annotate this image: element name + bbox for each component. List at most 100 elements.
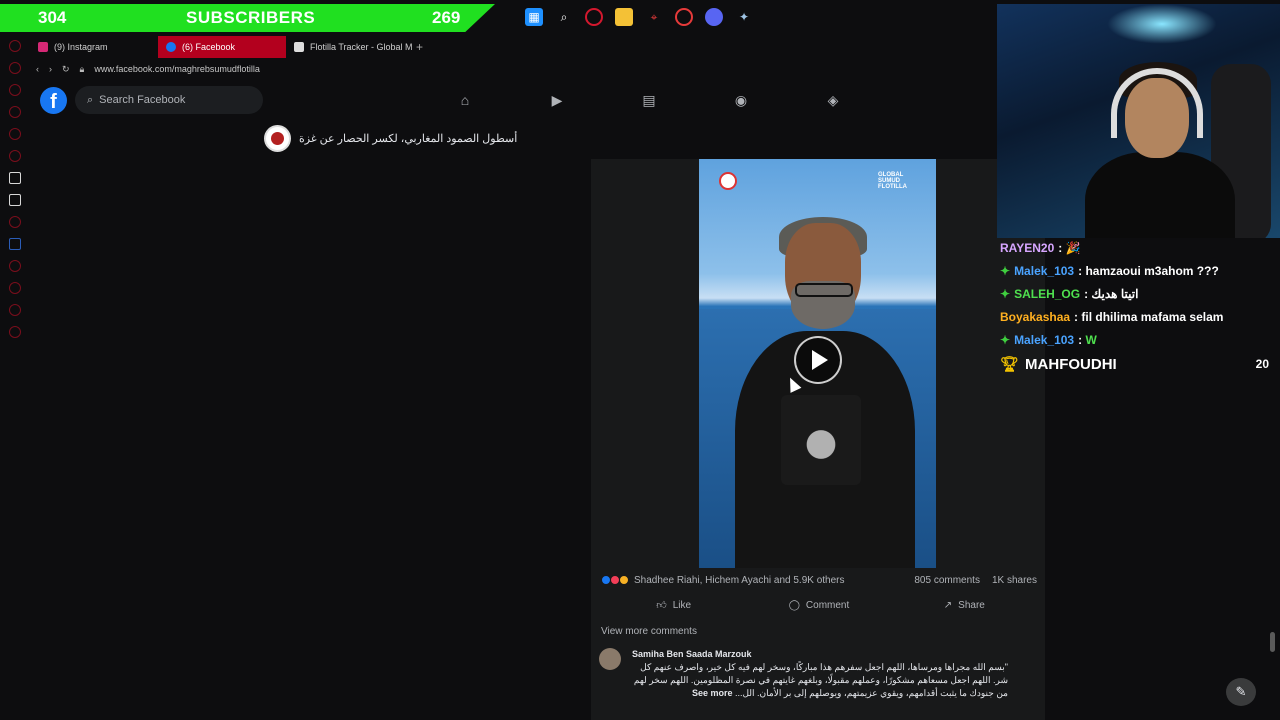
webcam-overlay xyxy=(997,4,1280,238)
forward-icon[interactable]: › xyxy=(49,64,52,74)
search-placeholder: Search Facebook xyxy=(99,94,186,106)
video-brand-logo: GLOBAL SUMUD FLOTILLA xyxy=(878,172,907,190)
chat-text: اتيتا هديك xyxy=(1091,286,1139,301)
share-button[interactable]: ↗ Share xyxy=(892,595,1037,615)
sidebar-app-icon[interactable] xyxy=(9,260,21,272)
flotilla-logo-icon xyxy=(719,172,737,190)
sidebar-app-icon[interactable] xyxy=(9,304,21,316)
discord-icon[interactable] xyxy=(705,8,723,26)
tab-label: (6) Facebook xyxy=(182,42,236,52)
search-icon: ⌕ xyxy=(87,93,94,106)
subscriber-badge-icon: ✦ xyxy=(1000,263,1011,278)
chat-sep: : xyxy=(1074,309,1082,324)
settings-icon[interactable] xyxy=(9,326,21,338)
history-icon[interactable] xyxy=(9,282,21,294)
comment-button[interactable]: ◯ Comment xyxy=(746,595,891,615)
reactions-bar: Shadhee Riahi, Hichem Ayachi and 5.9K ot… xyxy=(601,573,1037,587)
subscriber-label: SUBSCRIBERS xyxy=(186,8,316,27)
thumbs-up-icon: 👍︎ xyxy=(656,600,667,611)
sidebar-app-icon[interactable] xyxy=(9,172,21,184)
play-icon xyxy=(812,350,828,370)
page-header: أسطول الصمود المغاربي، لكسر الحصار عن غز… xyxy=(264,124,517,152)
groups-icon[interactable]: ◉ xyxy=(730,89,752,111)
sidebar-app-icon[interactable] xyxy=(9,238,21,250)
sidebar-app-icon[interactable] xyxy=(9,150,21,162)
chat-user: SALEH_OG xyxy=(1014,286,1081,301)
tab-facebook[interactable]: (6) Facebook xyxy=(158,36,286,58)
search-icon[interactable]: ⌕ xyxy=(555,8,573,26)
video-player[interactable]: GLOBAL SUMUD FLOTILLA xyxy=(699,159,936,568)
highlight-count: 20 xyxy=(1255,357,1269,371)
comment-avatar[interactable] xyxy=(599,648,621,670)
sidebar-app-icon[interactable] xyxy=(9,128,21,140)
chat-highlight: 🏆︎ MAHFOUDHI 20 xyxy=(1000,351,1275,377)
facebook-header: f ⌕ Search Facebook ⌂ ▶ ▤ ◉ ◈ xyxy=(30,84,998,116)
tab-label: (9) Instagram xyxy=(54,42,108,52)
chat-user: Malek_103 xyxy=(1014,263,1075,278)
chat-user: RAYEN20 xyxy=(1000,240,1055,255)
comments-count[interactable]: 805 comments xyxy=(914,575,980,586)
x-icon[interactable] xyxy=(9,194,21,206)
search-input[interactable]: ⌕ Search Facebook xyxy=(75,86,263,114)
tab-instagram[interactable]: (9) Instagram xyxy=(30,36,158,58)
video-icon[interactable]: ▶ xyxy=(546,89,568,111)
reload-icon[interactable]: ↻ xyxy=(62,64,70,75)
instagram-icon xyxy=(38,42,48,52)
opera-logo-icon[interactable] xyxy=(9,40,21,52)
chat-text: 🎉 xyxy=(1065,240,1081,255)
clock-icon[interactable] xyxy=(675,8,693,26)
subscriber-badge-icon: ✦ xyxy=(1000,286,1011,301)
maps-icon[interactable]: ⌖ xyxy=(645,8,663,26)
new-tab-button[interactable]: + xyxy=(416,40,423,54)
subscriber-badge-icon: ✦ xyxy=(1000,332,1011,347)
chat-sep: : xyxy=(1078,332,1086,347)
sidebar-app-icon[interactable] xyxy=(9,62,21,74)
sidebar-app-icon[interactable] xyxy=(9,84,21,96)
windows-icon[interactable]: ▦ xyxy=(525,8,543,26)
care-reaction-icon xyxy=(619,575,629,585)
engagement-counts: 805 comments 1K shares xyxy=(914,575,1037,586)
steam-icon[interactable]: ✦ xyxy=(735,8,753,26)
screen: 304 SUBSCRIBERS 269 ▦ ⌕ ⌖ ✦ (9) Instagra… xyxy=(0,0,1280,720)
trophy-icon: 🏆︎ xyxy=(1000,356,1020,373)
browser-sidebar xyxy=(0,36,30,720)
chat-sep: : xyxy=(1078,263,1086,278)
tab-flotilla[interactable]: Flotilla Tracker - Global M xyxy=(286,36,414,58)
like-label: Like xyxy=(672,599,692,611)
reaction-names[interactable]: Shadhee Riahi, Hichem Ayachi and 5.9K ot… xyxy=(634,575,845,586)
taskbar: ▦ ⌕ ⌖ ✦ xyxy=(525,4,753,30)
facebook-logo-icon[interactable]: f xyxy=(40,86,67,114)
facebook-icon xyxy=(166,42,176,52)
see-more-link[interactable]: See more xyxy=(692,688,733,698)
shares-count[interactable]: 1K shares xyxy=(992,575,1037,586)
scrollbar-thumb[interactable] xyxy=(1270,632,1275,652)
url-field[interactable]: www.facebook.com/maghrebsumudflotilla xyxy=(94,64,260,74)
chat-message: ✦ SALEH_OG : اتيتا هديك xyxy=(1000,282,1275,305)
new-message-button[interactable]: ✎ xyxy=(1226,678,1256,706)
page-avatar[interactable] xyxy=(264,124,291,152)
chat-text: hamzaoui m3ahom ??? xyxy=(1085,263,1219,278)
comment-author[interactable]: Samiha Ben Saada Marzouk xyxy=(632,649,752,659)
tab-bar: (9) Instagram (6) Facebook Flotilla Trac… xyxy=(30,36,998,58)
video-glasses xyxy=(795,283,853,297)
like-button[interactable]: 👍︎ Like xyxy=(601,595,746,615)
opera-icon[interactable] xyxy=(585,8,603,26)
sidebar-app-icon[interactable] xyxy=(9,216,21,228)
folder-icon[interactable] xyxy=(615,8,633,26)
address-bar: ‹ › ↻ 🔒︎ www.facebook.com/maghrebsumudfl… xyxy=(30,59,998,79)
chat-user: Boyakashaa xyxy=(1000,309,1071,324)
home-icon[interactable]: ⌂ xyxy=(454,89,476,111)
play-button[interactable] xyxy=(794,336,842,384)
flotilla-icon xyxy=(294,42,304,52)
gaming-icon[interactable]: ◈ xyxy=(822,89,844,111)
subscriber-goal: 269 xyxy=(432,8,461,27)
back-icon[interactable]: ‹ xyxy=(36,64,39,74)
video-shirt-print xyxy=(781,395,861,485)
main-nav: ⌂ ▶ ▤ ◉ ◈ xyxy=(454,89,844,111)
page-title[interactable]: أسطول الصمود المغاربي، لكسر الحصار عن غز… xyxy=(299,132,517,145)
chat-message: ✦ Malek_103 : W xyxy=(1000,328,1275,351)
webcam-torso xyxy=(1085,152,1235,238)
sidebar-app-icon[interactable] xyxy=(9,106,21,118)
marketplace-icon[interactable]: ▤ xyxy=(638,89,660,111)
view-more-comments[interactable]: View more comments xyxy=(601,626,697,637)
